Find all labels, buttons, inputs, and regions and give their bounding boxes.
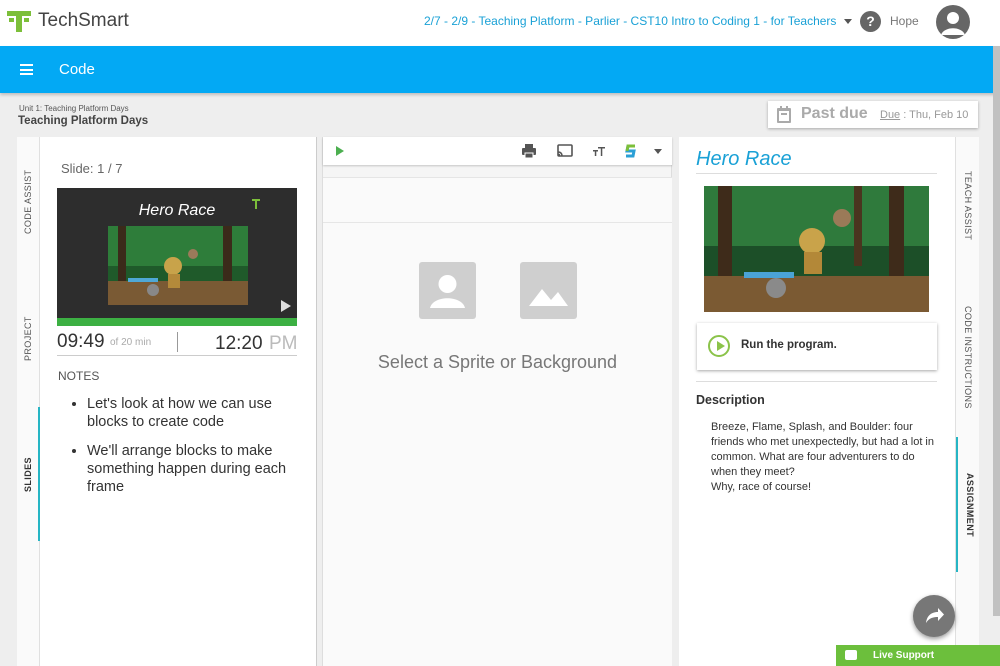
timer-row: 09:49 of 20 min 12:20 PM: [57, 328, 298, 356]
tab-slides[interactable]: SLIDES: [17, 407, 40, 541]
hero-race-image: [704, 186, 929, 312]
sprite-canvas[interactable]: [323, 177, 672, 666]
calendar-icon: [777, 106, 791, 123]
background-placeholder-icon[interactable]: [520, 262, 577, 319]
share-arrow-icon: [926, 608, 944, 623]
assignment-title: Hero Race: [696, 148, 792, 170]
techsmart-s-icon[interactable]: [623, 143, 639, 159]
page-scrollbar[interactable]: [993, 46, 1000, 616]
description-heading: Description: [696, 393, 765, 407]
chevron-down-icon: [844, 18, 853, 24]
description-tail: Why, race of course!: [711, 481, 812, 493]
editor-toolbar: [323, 137, 672, 165]
clock-ampm: PM: [269, 333, 298, 354]
page-title: Code: [59, 61, 95, 78]
left-vertical-tabs: CODE ASSIST PROJECT SLIDES: [17, 137, 40, 666]
techsmart-logo[interactable]: TechSmart: [6, 9, 129, 33]
slide-thumbnail[interactable]: Hero Race: [57, 188, 297, 326]
run-program-step[interactable]: Run the program.: [697, 323, 937, 370]
elapsed-time: 09:49: [57, 331, 105, 352]
slide-progress-bar: [57, 318, 297, 326]
brand-name: TechSmart: [38, 10, 129, 31]
due-label: Due: [880, 109, 901, 121]
app-bar: Code: [0, 46, 1000, 93]
run-button[interactable]: [336, 146, 344, 156]
text-size-icon[interactable]: [591, 143, 607, 159]
due-date: Due: Thu, Feb 10: [880, 109, 968, 121]
list-item: Let's look at how we can use blocks to c…: [87, 395, 297, 431]
due-date-value: : Thu, Feb 10: [903, 109, 969, 121]
hero-race-slide-image: [108, 226, 248, 305]
hamburger-menu-icon[interactable]: [20, 64, 33, 75]
clock-time: 12:20: [215, 333, 263, 354]
course-selector[interactable]: 2/7 - 2/9 - Teaching Platform - Parlier …: [424, 14, 853, 28]
due-status-badge: Past due Due: Thu, Feb 10: [768, 101, 978, 128]
run-program-label: Run the program.: [741, 339, 837, 351]
breadcrumb-unit[interactable]: Unit 1: Teaching Platform Days: [19, 104, 129, 113]
list-item: We'll arrange blocks to make something h…: [87, 442, 297, 496]
slide-counter: Slide: 1 / 7: [61, 161, 123, 176]
panel-divider[interactable]: [316, 137, 317, 666]
description-text: Breeze, Flame, Splash, and Boulder: four…: [711, 420, 936, 495]
slide-title: Hero Race: [138, 202, 216, 219]
tab-project[interactable]: PROJECT: [17, 312, 40, 362]
user-name[interactable]: Hope: [890, 14, 919, 28]
total-time: of 20 min: [110, 337, 152, 348]
right-vertical-tabs: TEACH ASSIST CODE INSTRUCTIONS ASSIGNMEN…: [955, 137, 979, 666]
chevron-down-icon[interactable]: [654, 149, 662, 154]
play-icon[interactable]: [281, 300, 291, 312]
avatar[interactable]: [936, 5, 970, 39]
live-support-label: Live Support: [873, 650, 935, 661]
print-icon[interactable]: [521, 143, 537, 159]
play-circle-icon[interactable]: [708, 335, 730, 357]
divider: [696, 381, 937, 382]
person-icon: [941, 12, 965, 35]
sprite-placeholder-icon[interactable]: [419, 262, 476, 319]
share-button[interactable]: [913, 595, 955, 637]
course-name: 2/7 - 2/9 - Teaching Platform - Parlier …: [424, 14, 837, 28]
past-due-label: Past due: [801, 105, 868, 122]
live-support-button[interactable]: Live Support: [836, 645, 1000, 666]
cast-icon[interactable]: [557, 143, 573, 159]
timer-divider: [177, 332, 178, 352]
tab-assignment[interactable]: ASSIGNMENT: [956, 437, 980, 572]
notes-list: Let's look at how we can use blocks to c…: [72, 395, 297, 507]
techsmart-mini-logo-icon: [252, 199, 260, 209]
techsmart-logo-icon: [7, 11, 31, 32]
divider: [696, 173, 937, 174]
chat-icon: [845, 650, 857, 660]
tab-code-instructions[interactable]: CODE INSTRUCTIONS: [956, 302, 980, 409]
empty-state-text: Select a Sprite or Background: [377, 352, 618, 372]
help-icon[interactable]: ?: [860, 11, 881, 32]
notes-label: NOTES: [58, 369, 100, 383]
sprite-list-strip: [323, 177, 672, 223]
breadcrumb-lesson: Teaching Platform Days: [18, 115, 149, 127]
tab-teach-assist[interactable]: TEACH ASSIST: [956, 167, 980, 242]
description-body: Breeze, Flame, Splash, and Boulder: four…: [711, 421, 934, 478]
code-editor-panel: Select a Sprite or Background: [322, 137, 672, 666]
top-header: TechSmart 2/7 - 2/9 - Teaching Platform …: [0, 0, 1000, 46]
tab-code-assist[interactable]: CODE ASSIST: [17, 170, 40, 242]
assignment-panel: Hero Race Run the program. Description B…: [679, 137, 955, 666]
slides-panel: CODE ASSIST PROJECT SLIDES Slide: 1 / 7 …: [17, 137, 316, 666]
